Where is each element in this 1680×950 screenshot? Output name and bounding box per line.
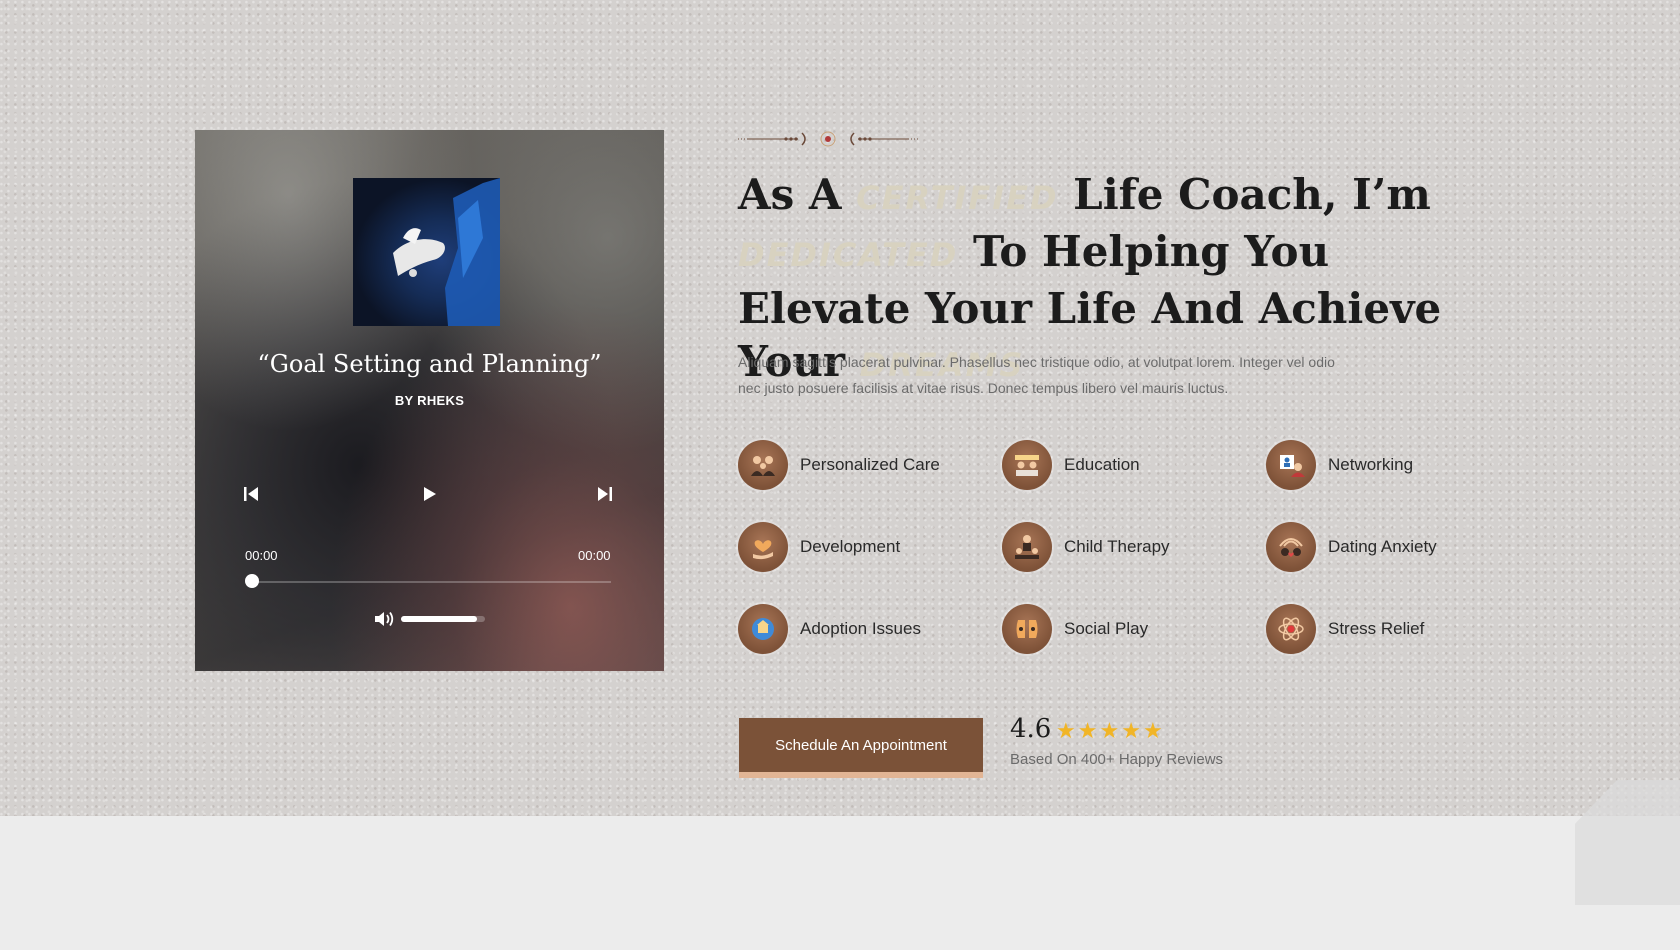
decorative-divider-icon	[738, 131, 918, 147]
heart-hand-icon	[738, 522, 788, 572]
feature-label: Adoption Issues	[800, 619, 921, 638]
rating-stars: ★ ★ ★ ★ ★	[1056, 718, 1163, 744]
hero-section: “Goal Setting and Planning” BY RHEKS 00:…	[0, 0, 1680, 816]
feature-item: Social Play	[1002, 604, 1266, 654]
feature-item: Networking	[1266, 440, 1530, 490]
social-play-icon	[1002, 604, 1052, 654]
family-icon	[738, 440, 788, 490]
feature-label: Personalized Care	[800, 455, 940, 474]
feature-item: Child Therapy	[1002, 522, 1266, 572]
star-icon: ★	[1121, 718, 1141, 743]
feature-label: Networking	[1328, 455, 1414, 474]
star-icon: ★	[1056, 718, 1076, 743]
description-text: Aliquam sagittis placerat pulvinar. Phas…	[738, 354, 1335, 396]
feature-label: Stress Relief	[1328, 619, 1425, 638]
rating-value: 4.6	[1010, 714, 1052, 744]
play-icon	[424, 487, 436, 501]
album-art-image	[353, 178, 500, 326]
current-time: 00:00	[245, 548, 278, 563]
networking-icon	[1266, 440, 1316, 490]
feature-item: Adoption Issues	[738, 604, 1002, 654]
song-artist: BY RHEKS	[394, 393, 465, 408]
feature-label: Education	[1064, 455, 1140, 474]
headline-accent: Certified	[856, 179, 1059, 217]
feature-item: Education	[1002, 440, 1266, 490]
feature-label: Development	[800, 537, 901, 556]
progress-handle[interactable]	[245, 574, 259, 588]
volume-button[interactable]	[373, 609, 397, 629]
students-icon	[1002, 440, 1052, 490]
star-icon: ★	[1077, 718, 1098, 743]
stress-relief-icon	[1266, 604, 1316, 654]
feature-label: Child Therapy	[1064, 537, 1170, 556]
headline-accent: Dedicated	[738, 236, 959, 274]
skip-back-icon	[244, 487, 258, 501]
dating-anxiety-icon	[1266, 522, 1316, 572]
star-icon: ★	[1142, 718, 1163, 743]
skip-forward-icon	[598, 487, 612, 501]
headline-text: Life Coach, I’m	[1058, 170, 1431, 219]
song-title: “Goal Setting and Planning”	[257, 350, 602, 378]
progress-bar[interactable]	[251, 581, 611, 583]
feature-item: Development	[738, 522, 1002, 572]
volume-slider[interactable]	[401, 616, 485, 622]
total-time: 00:00	[578, 548, 611, 563]
child-therapy-icon	[1002, 522, 1052, 572]
features-grid: Personalized Care Education Networking D…	[738, 440, 1538, 654]
star-icon: ★	[1099, 718, 1120, 743]
feature-item: Dating Anxiety	[1266, 522, 1530, 572]
audio-player: “Goal Setting and Planning” BY RHEKS 00:…	[195, 130, 664, 671]
feature-item: Stress Relief	[1266, 604, 1530, 654]
headline-text: As A	[738, 170, 857, 219]
feature-item: Personalized Care	[738, 440, 1002, 490]
previous-track-button[interactable]	[238, 481, 264, 507]
play-button[interactable]	[416, 481, 442, 507]
next-track-button[interactable]	[592, 481, 618, 507]
schedule-appointment-button[interactable]: Schedule An Appointment	[739, 718, 983, 772]
rating-caption: Based On 400+ Happy Reviews	[1010, 751, 1224, 768]
feature-label: Social Play	[1064, 619, 1149, 638]
feature-label: Dating Anxiety	[1328, 537, 1437, 556]
volume-icon	[375, 611, 394, 627]
volume-slider-fill	[401, 616, 477, 622]
adoption-icon	[738, 604, 788, 654]
